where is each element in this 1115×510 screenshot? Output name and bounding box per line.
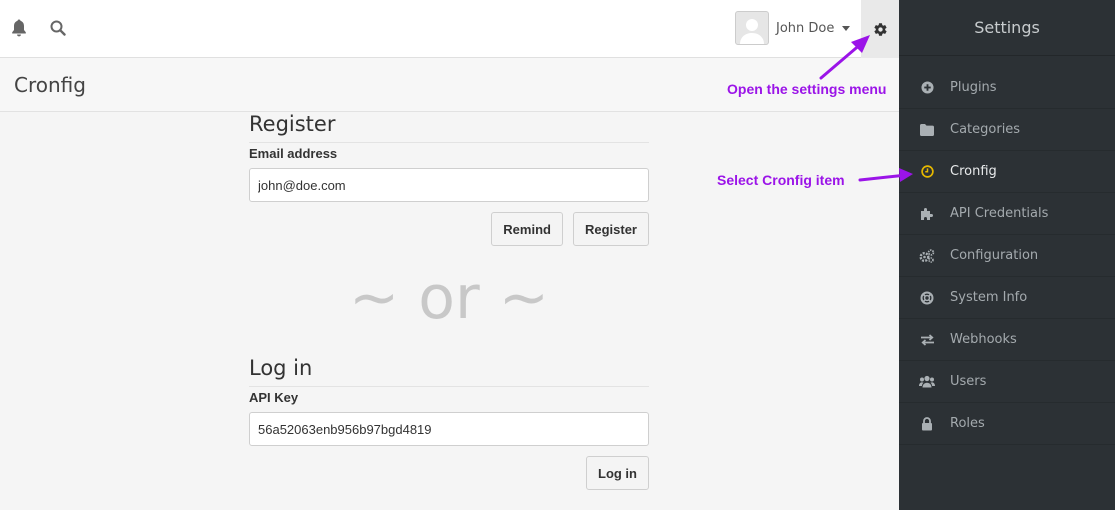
register-button[interactable]: Register	[572, 212, 649, 246]
users-icon	[919, 374, 935, 390]
sidebar-item-label: Roles	[950, 416, 985, 431]
sidebar-item-webhooks[interactable]: Webhooks	[899, 319, 1115, 361]
annotation-cronfig-item: Select Cronfig item	[717, 172, 845, 188]
sidebar-item-label: API Credentials	[950, 206, 1049, 221]
sidebar-item-label: Categories	[950, 122, 1021, 137]
login-button[interactable]: Log in	[586, 456, 649, 490]
top-navbar: John Doe	[0, 0, 899, 58]
annotation-settings-menu: Open the settings menu	[727, 81, 887, 97]
api-key-field[interactable]	[249, 412, 649, 446]
clock-icon	[919, 164, 935, 180]
sidebar-title: Settings	[899, 0, 1115, 56]
sidebar-item-cronfig[interactable]: Cronfig	[899, 151, 1115, 193]
register-heading: Register	[249, 112, 649, 143]
gear-icon	[873, 22, 888, 37]
api-key-label: API Key	[249, 390, 299, 405]
puzzle-icon	[919, 206, 935, 222]
register-actions: Remind Register	[249, 212, 649, 246]
sidebar-item-roles[interactable]: Roles	[899, 403, 1115, 445]
sidebar-item-system-info[interactable]: System Info	[899, 277, 1115, 319]
sidebar-item-label: Webhooks	[950, 332, 1017, 347]
sidebar-item-users[interactable]: Users	[899, 361, 1115, 403]
login-heading: Log in	[249, 356, 649, 387]
sidebar-item-plugins[interactable]: Plugins	[899, 67, 1115, 109]
plus-circle-icon	[919, 80, 935, 96]
sidebar-item-label: Users	[950, 374, 987, 389]
email-field[interactable]	[249, 168, 649, 202]
remind-button[interactable]: Remind	[491, 212, 563, 246]
or-separator: ~ or ~	[348, 263, 550, 333]
sidebar-item-api-credentials[interactable]: API Credentials	[899, 193, 1115, 235]
chevron-down-icon	[842, 25, 851, 31]
sidebar-item-label: System Info	[950, 290, 1028, 305]
settings-sidebar: Settings Plugins Categories Cronfig API …	[899, 0, 1115, 510]
sidebar-item-configuration[interactable]: Configuration	[899, 235, 1115, 277]
bell-icon[interactable]	[8, 17, 30, 39]
sidebar-item-label: Configuration	[950, 248, 1039, 263]
sidebar-item-label: Cronfig	[950, 164, 997, 179]
life-ring-icon	[919, 290, 935, 306]
user-avatar-icon	[735, 11, 769, 45]
login-actions: Log in	[249, 456, 649, 490]
page-title: Cronfig	[14, 73, 86, 97]
sidebar-item-label: Plugins	[950, 80, 997, 95]
folder-icon	[919, 122, 935, 138]
user-name: John Doe	[776, 20, 835, 36]
cronfig-form: Register Email address Remind Register ~…	[249, 112, 649, 490]
sidebar-item-categories[interactable]: Categories	[899, 109, 1115, 151]
lock-icon	[919, 416, 935, 432]
email-label: Email address	[249, 146, 338, 161]
settings-button[interactable]	[861, 0, 899, 58]
sidebar-menu: Plugins Categories Cronfig API Credentia…	[899, 56, 1115, 445]
gears-icon	[919, 248, 935, 264]
search-icon[interactable]	[47, 17, 69, 39]
exchange-icon	[919, 332, 935, 348]
user-menu[interactable]: John Doe	[735, 11, 851, 45]
